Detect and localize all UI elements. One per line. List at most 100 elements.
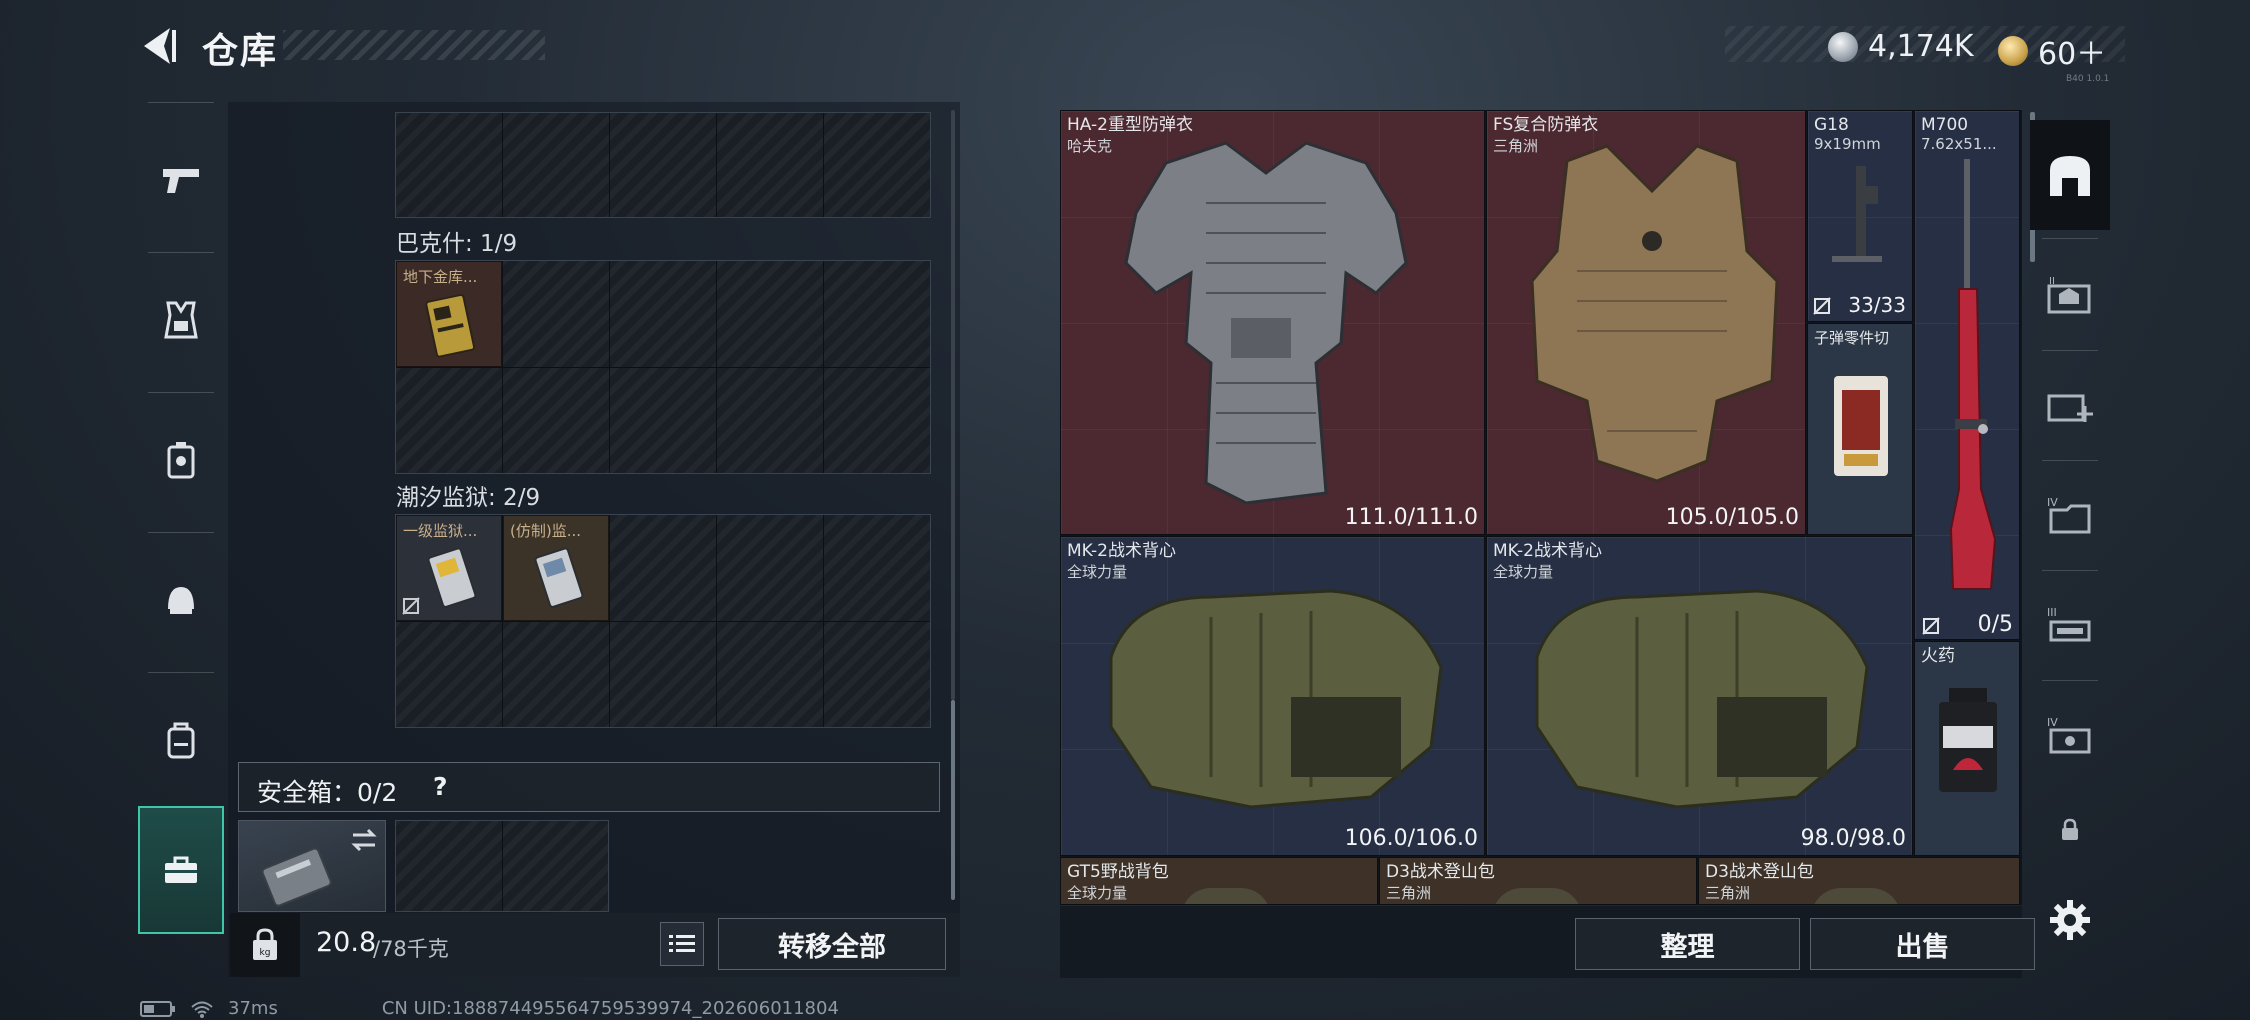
keycard-icon (427, 547, 477, 608)
item-slot-prison-key-1[interactable]: 一级监狱... (396, 515, 502, 621)
item-gunpowder[interactable]: 火药 (1914, 641, 2020, 856)
svg-text:IV: IV (2047, 716, 2058, 729)
tab-4[interactable]: IV (2030, 460, 2110, 570)
container-label-tidal-prison: 潮汐监狱: 2/9 (396, 485, 541, 511)
helmet-icon (168, 587, 194, 614)
safebox-empty-slot (395, 820, 609, 912)
keycard-icon (534, 547, 584, 608)
item-slot-prison-key-2[interactable]: (仿制)监... (503, 515, 609, 621)
sidebar-item-weapons[interactable] (138, 120, 224, 240)
briefcase-icon (165, 856, 197, 883)
tab-3[interactable]: III (2030, 570, 2110, 680)
item-d3-backpack-1[interactable]: D3战术登山包 三角洲 (1379, 857, 1697, 905)
sidebar-item-chest-rig[interactable] (138, 400, 224, 520)
container-label-bakshi: 巴克什: 1/9 (396, 231, 518, 257)
help-icon[interactable]: ? (433, 772, 448, 801)
list-icon (669, 935, 695, 952)
item-slot-keycard[interactable]: 地下金库... (396, 261, 502, 367)
wifi-icon (191, 1001, 213, 1018)
item-ha2-armor[interactable]: HA-2重型防弹衣 哈夫克 111.0/111.0 (1060, 110, 1485, 535)
heavy-armor-icon (1124, 141, 1408, 505)
sidebar-item-safebox[interactable] (138, 806, 224, 934)
safebox-label: 安全箱：0/2 (257, 778, 398, 807)
swap-icon[interactable] (349, 827, 379, 853)
weight-current: 20.8 (316, 927, 377, 958)
svg-text:IV: IV (2047, 496, 2058, 509)
svg-text:III: III (2047, 606, 2057, 619)
item-mk2-vest-1[interactable]: MK-2战术背心 全球力量 106.0/106.0 (1060, 536, 1485, 856)
item-bullet-parts[interactable]: 子弹零件切 (1807, 323, 1913, 535)
tactical-vest-icon (1109, 589, 1443, 809)
sell-button[interactable]: 出售 (1810, 918, 2035, 970)
stash-tabs: II IV III IV (2030, 110, 2110, 960)
item-gt5-backpack[interactable]: GT5野战背包 全球力量 (1060, 857, 1378, 905)
transfer-all-button[interactable]: 转移全部 (718, 918, 946, 970)
plate-carrier-icon (1530, 144, 1779, 483)
container-scrollbar[interactable] (951, 700, 955, 900)
stash-home-icon (2050, 156, 2090, 196)
sort-button[interactable]: 整理 (1575, 918, 1800, 970)
container-scroll-track (951, 110, 955, 700)
container-grid-bakshi: 地下金库... (395, 260, 931, 474)
settings-button[interactable] (2030, 880, 2110, 960)
tab-2[interactable]: II (2030, 240, 2110, 350)
rifle-icon (1949, 159, 1997, 590)
top-bar: 仓库 4,174K 60＋ B40 1.0.1 (0, 0, 2250, 95)
backpack-icon (167, 722, 195, 759)
gear-icon (2050, 900, 2090, 940)
tab-3-icon: III (2047, 606, 2091, 642)
svg-text:kg: kg (260, 948, 271, 958)
safebox-header: 安全箱：0/2 ? (238, 762, 940, 812)
item-g18[interactable]: G18 9x19mm 33/33 (1807, 110, 1913, 322)
currency-secondary[interactable]: 60＋ (1998, 29, 2106, 73)
svg-text:II: II (2049, 276, 2055, 287)
container-grid-top (395, 112, 931, 218)
pistol-icon (163, 169, 199, 193)
safebox-icon (261, 847, 332, 907)
item-mk2-vest-2[interactable]: MK-2战术背心 全球力量 98.0/98.0 (1486, 536, 1913, 856)
item-d3-backpack-2[interactable]: D3战术登山包 三角洲 (1698, 857, 2020, 905)
page-title: 仓库 (202, 31, 279, 72)
pistol-icon (1832, 166, 1882, 262)
tab-4-icon: IV (2047, 496, 2091, 534)
tab-add[interactable] (2030, 350, 2110, 460)
ping-text: 37ms (228, 998, 278, 1019)
ammo-broken-icon (1922, 617, 1940, 635)
safebox-item-slot[interactable] (238, 820, 386, 912)
item-m700[interactable]: M700 7.62x51... 0/5 (1914, 110, 2020, 640)
container-grid-tidal-prison: 一级监狱... (仿制)监... (395, 514, 931, 728)
weight-icon: kg (253, 928, 277, 960)
sidebar-item-backpack[interactable] (138, 680, 224, 800)
currency-coin-icon (1828, 31, 1858, 62)
battery-icon (140, 1000, 175, 1017)
weight-lock: kg (230, 913, 300, 977)
premium-coin-icon (1998, 36, 2028, 66)
item-fs-armor[interactable]: FS复合防弹衣 三角洲 105.0/105.0 (1486, 110, 1806, 535)
weight-max: /78千克 (373, 937, 449, 961)
sidebar-item-helmet[interactable] (138, 540, 224, 660)
status-bar: 37ms CN UID:188874495564759539974_202606… (140, 998, 839, 1019)
title-decoration (283, 30, 545, 60)
lock-toggle[interactable] (2030, 795, 2110, 865)
rig-icon (167, 442, 195, 479)
tab-2-icon: II (2047, 276, 2091, 314)
version-text: B40 1.0.1 (2066, 74, 2110, 84)
list-view-button[interactable] (660, 922, 704, 966)
powder-can-icon (1939, 688, 1997, 792)
uid-text: CN UID:188874495564759539974_20260601180… (381, 998, 839, 1019)
sidebar-item-armor[interactable] (138, 260, 224, 380)
vest-icon (164, 301, 198, 339)
back-arrow-icon[interactable] (136, 24, 180, 68)
tab-stash-home[interactable] (2030, 120, 2110, 230)
parts-box-icon (1834, 376, 1888, 476)
keycard-icon (425, 293, 476, 358)
tab-add-icon (2047, 394, 2093, 422)
tab-iv-icon: IV (2047, 716, 2091, 754)
stash-panel: HA-2重型防弹衣 哈夫克 111.0/111.0 FS复合防弹衣 三角洲 10… (1060, 110, 2022, 905)
lock-icon (2062, 818, 2078, 840)
tactical-vest-icon (1535, 589, 1869, 809)
currency-primary[interactable]: 4,174K (1828, 29, 1974, 64)
tab-iv[interactable]: IV (2030, 680, 2110, 790)
ammo-broken-icon (1813, 297, 1831, 315)
broken-icon (402, 597, 420, 615)
